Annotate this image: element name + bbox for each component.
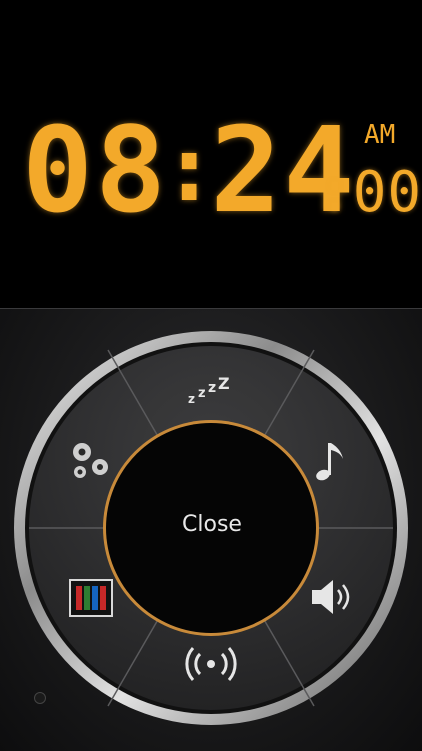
svg-text:z: z [188, 392, 195, 406]
radial-menu: z z z Z [14, 331, 408, 725]
svg-text:Z: Z [218, 374, 230, 393]
color-bars-icon [69, 579, 113, 617]
close-label: Close [182, 512, 242, 537]
svg-text:z: z [208, 380, 216, 396]
svg-text:z: z [198, 386, 206, 401]
